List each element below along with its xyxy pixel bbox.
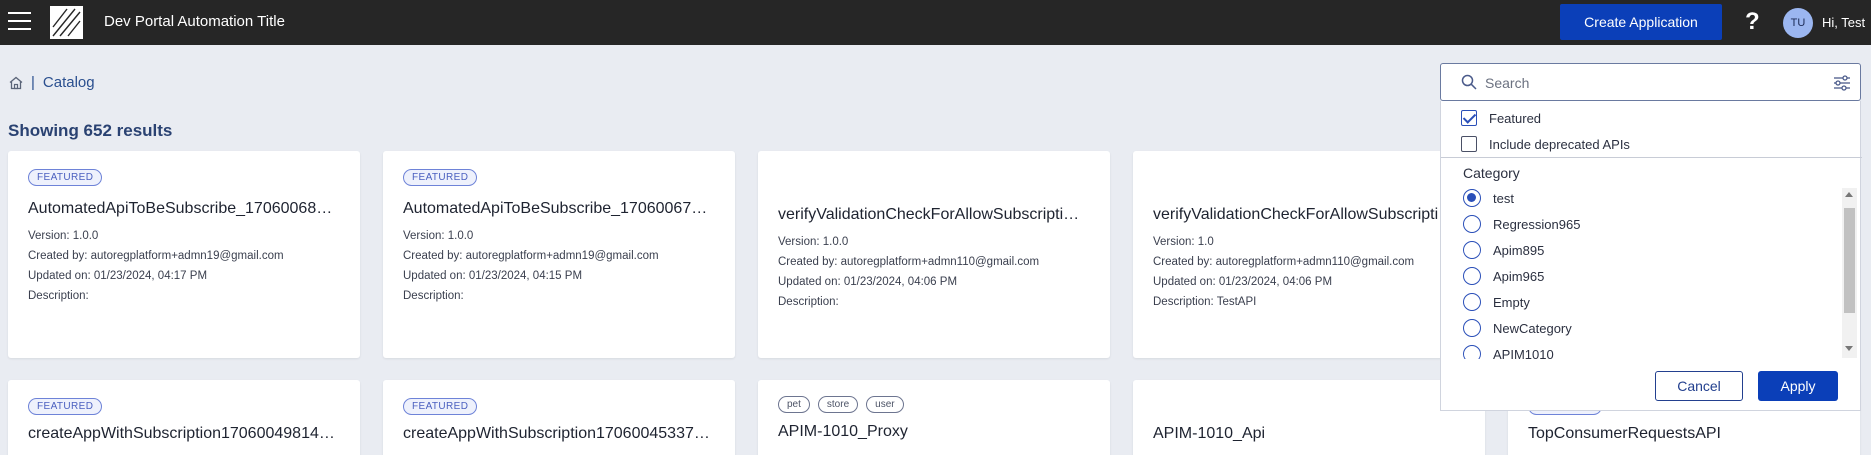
app-logo [50, 6, 83, 39]
api-card-description: Description: [403, 290, 464, 302]
api-card-created-by: Created by: autoregplatform+admn110@gmai… [778, 256, 1040, 268]
category-option[interactable]: Regression965 [1463, 211, 1843, 237]
category-option[interactable]: Apim965 [1463, 263, 1843, 289]
api-card-title[interactable]: createAppWithSubscription17060049814… [28, 425, 340, 443]
api-card-updated-on: Updated on: 01/23/2024, 04:06 PM [1153, 276, 1333, 288]
top-header: Dev Portal Automation Title Create Appli… [0, 0, 1871, 45]
deprecated-checkbox[interactable] [1461, 136, 1477, 152]
api-card[interactable]: FEATURED createAppWithSubscription170600… [383, 380, 735, 455]
api-card[interactable]: FEATURED createAppWithSubscription170600… [8, 380, 360, 455]
api-card-version: Version: 1.0 [1153, 236, 1214, 248]
deprecated-filter[interactable]: Include deprecated APIs [1461, 136, 1630, 152]
featured-label: Featured [1489, 110, 1542, 126]
category-scrollbar[interactable] [1842, 188, 1857, 358]
category-radio[interactable] [1463, 345, 1481, 359]
featured-filter[interactable]: Featured [1461, 110, 1541, 126]
api-card-title[interactable]: AutomatedApiToBeSubscribe_17060067… [403, 200, 715, 218]
category-option-label: APIM1010 [1493, 346, 1554, 360]
help-icon[interactable]: ? [1745, 8, 1760, 36]
search-box [1440, 63, 1861, 101]
category-radio[interactable] [1463, 241, 1481, 259]
scroll-up-icon[interactable] [1845, 192, 1853, 197]
create-application-button[interactable]: Create Application [1560, 4, 1722, 40]
api-card-version: Version: 1.0.0 [28, 230, 99, 242]
api-card-version: Version: 1.0.0 [778, 236, 849, 248]
api-card-title[interactable]: verifyValidationCheckForAllowSubscripti… [778, 206, 1090, 224]
category-option-label: Regression965 [1493, 216, 1581, 232]
category-radio[interactable] [1463, 293, 1481, 311]
featured-badge: FEATURED [403, 169, 478, 186]
category-radio[interactable] [1463, 319, 1481, 337]
category-radio[interactable] [1463, 189, 1481, 207]
breadcrumb-separator: | [31, 74, 35, 91]
home-icon[interactable] [9, 76, 23, 90]
avatar[interactable]: TU [1783, 8, 1813, 38]
api-card[interactable]: FEATURED AutomatedApiToBeSubscribe_17060… [8, 151, 360, 358]
featured-checkbox[interactable] [1461, 110, 1477, 126]
breadcrumb: | Catalog [9, 74, 95, 91]
featured-badge: FEATURED [403, 398, 478, 415]
category-radio[interactable] [1463, 215, 1481, 233]
api-card-title[interactable]: createAppWithSubscription17060045337… [403, 425, 715, 443]
api-card[interactable]: verifyValidationCheckForAllowSubscripti…… [758, 151, 1110, 358]
tag-chip[interactable]: store [817, 396, 859, 413]
api-card[interactable]: pet store user APIM-1010_Proxy [758, 380, 1110, 455]
search-icon [1461, 74, 1477, 90]
filter-panel: Featured Include deprecated APIs Categor… [1440, 101, 1862, 411]
api-card-title[interactable]: AutomatedApiToBeSubscribe_17060068… [28, 200, 340, 218]
api-card-description: Description: [778, 296, 839, 308]
api-card-version: Version: 1.0.0 [403, 230, 474, 242]
category-option-label: test [1493, 190, 1514, 206]
scroll-thumb[interactable] [1844, 208, 1855, 313]
category-option[interactable]: test [1463, 185, 1843, 211]
category-option[interactable]: Apim895 [1463, 237, 1843, 263]
cancel-button[interactable]: Cancel [1655, 371, 1743, 401]
tag-chip[interactable]: pet [778, 396, 810, 413]
divider [1441, 157, 1862, 158]
scroll-down-icon[interactable] [1845, 346, 1853, 351]
category-option[interactable]: APIM1010 [1463, 341, 1843, 359]
category-option-label: Apim895 [1493, 242, 1545, 258]
api-card-title[interactable]: APIM-1010_Api [1153, 425, 1465, 443]
api-card-description: Description: TestAPI [1153, 296, 1257, 308]
featured-badge: FEATURED [28, 169, 103, 186]
tag-list: pet store user [778, 396, 1090, 413]
app-title: Dev Portal Automation Title [104, 13, 285, 30]
results-count: Showing 652 results [8, 121, 173, 140]
category-option-label: Apim965 [1493, 268, 1545, 284]
breadcrumb-catalog[interactable]: Catalog [43, 74, 95, 91]
api-card-updated-on: Updated on: 01/23/2024, 04:06 PM [778, 276, 958, 288]
deprecated-label: Include deprecated APIs [1489, 136, 1630, 152]
filter-settings-icon[interactable] [1833, 74, 1851, 92]
featured-badge: FEATURED [28, 398, 103, 415]
user-greeting[interactable]: Hi, Test [1822, 15, 1865, 30]
category-option[interactable]: Empty [1463, 289, 1843, 315]
category-radio[interactable] [1463, 267, 1481, 285]
category-list: test Regression965 Apim895 Apim965 Empty… [1463, 185, 1843, 359]
api-card-created-by: Created by: autoregplatform+admn19@gmail… [403, 250, 659, 262]
api-card-description: Description: [28, 290, 89, 302]
api-card-title[interactable]: TopConsumerRequestsAPI [1528, 425, 1840, 443]
api-card[interactable]: APIM-1010_Api [1133, 380, 1485, 455]
api-card-title[interactable]: verifyValidationCheckForAllowSubscripti… [1153, 206, 1465, 224]
api-card-created-by: Created by: autoregplatform+admn19@gmail… [28, 250, 284, 262]
category-label: Category [1463, 165, 1520, 181]
category-option-label: Empty [1493, 294, 1530, 310]
search-input[interactable] [1485, 72, 1805, 94]
api-card-created-by: Created by: autoregplatform+admn110@gmai… [1153, 256, 1415, 268]
category-option[interactable]: NewCategory [1463, 315, 1843, 341]
apply-button[interactable]: Apply [1758, 371, 1838, 401]
api-card[interactable]: FEATURED AutomatedApiToBeSubscribe_17060… [383, 151, 735, 358]
hamburger-menu-icon[interactable] [8, 12, 32, 32]
tag-chip[interactable]: user [866, 396, 904, 413]
api-card-updated-on: Updated on: 01/23/2024, 04:17 PM [28, 270, 208, 282]
api-card-updated-on: Updated on: 01/23/2024, 04:15 PM [403, 270, 583, 282]
category-option-label: NewCategory [1493, 320, 1572, 336]
api-card[interactable]: verifyValidationCheckForAllowSubscripti…… [1133, 151, 1485, 358]
api-card-title[interactable]: APIM-1010_Proxy [778, 423, 1090, 441]
